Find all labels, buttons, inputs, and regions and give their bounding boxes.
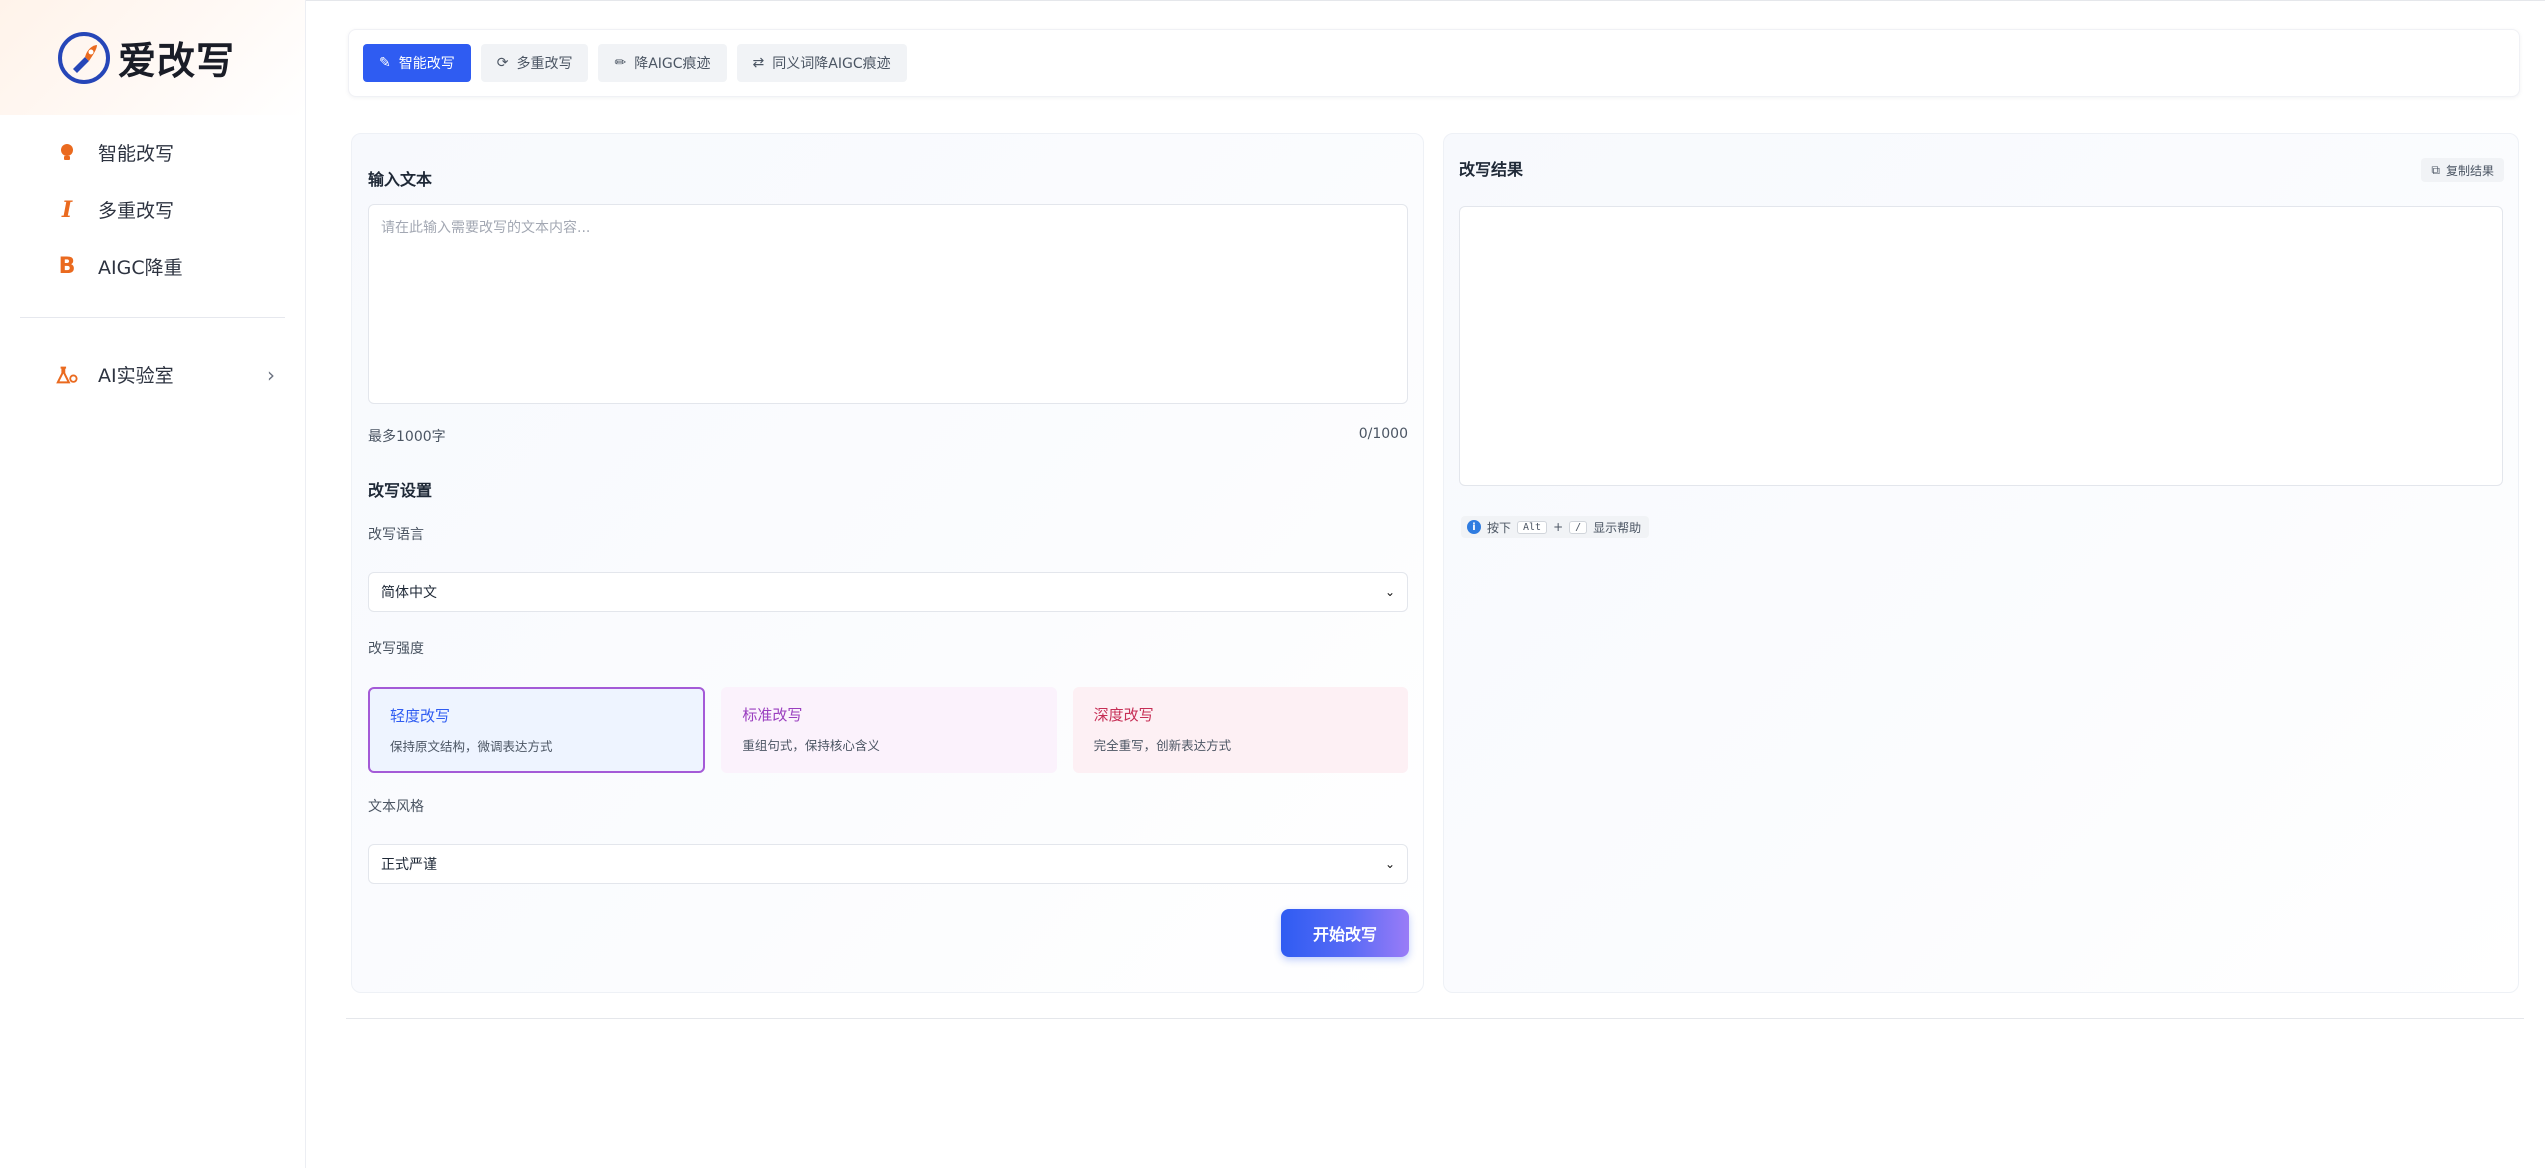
limit-text: 最多1000字 [368,429,446,445]
language-label: 改写语言 [368,527,424,543]
bold-b-icon: B [58,254,76,279]
edit-icon: ✎ [379,55,391,71]
result-textarea[interactable] [1459,206,2503,486]
top-divider [306,0,2545,2]
tab-label: 降AIGC痕迹 [634,56,711,72]
language-select[interactable]: 简体中文 ⌄ [368,572,1408,612]
result-panel: 改写结果 ⧉ 复制结果 i 按下 Alt + / 显示帮助 [1443,133,2519,993]
sidebar-item-label: 多重改写 [98,200,175,222]
result-title: 改写结果 [1459,160,1524,179]
strength-desc: 重组句式，保持核心含义 [742,738,880,753]
tab-label: 多重改写 [516,56,573,72]
input-title: 输入文本 [368,170,433,189]
brand-name: 爱改写 [118,39,236,83]
logo-area[interactable]: 爱改写 [0,0,305,115]
chevron-right-icon: › [267,362,275,387]
strength-title: 标准改写 [742,706,803,724]
kbd-alt: Alt [1517,520,1548,534]
start-rewrite-button[interactable]: 开始改写 [1281,909,1409,957]
strength-label: 改写强度 [368,641,424,657]
help-suffix: 显示帮助 [1593,520,1642,535]
nav-divider [20,317,285,318]
style-value: 正式严谨 [381,857,437,873]
sidebar: 爱改写 智能改写 I 多重改写 B AIGC降重 AI实验室 › [0,0,306,1168]
help-hint: i 按下 Alt + / 显示帮助 [1461,516,1650,538]
tab-reduce-aigc[interactable]: ✏ 降AIGC痕迹 [598,44,727,82]
sidebar-item-label: 智能改写 [98,143,175,165]
bottom-divider [346,1018,2524,1019]
strength-standard-option[interactable]: 标准改写 重组句式，保持核心含义 [721,687,1057,773]
flask-icon [56,365,78,385]
strength-light-option[interactable]: 轻度改写 保持原文结构，微调表达方式 [368,687,706,773]
tab-multi-rewrite[interactable]: ⟳ 多重改写 [480,44,589,82]
help-plus: + [1553,520,1564,534]
tab-smart-rewrite[interactable]: ✎ 智能改写 [363,44,471,82]
sidebar-item-label: AIGC降重 [98,257,183,279]
copy-result-button[interactable]: ⧉ 复制结果 [2421,158,2504,182]
logo-icon [58,31,110,84]
sidebar-item-aigc[interactable]: B AIGC降重 [0,238,305,295]
sidebar-item-smart-rewrite[interactable]: 智能改写 [0,124,305,181]
language-value: 简体中文 [381,585,437,601]
counter-row: 最多1000字 0/1000 [368,426,1408,446]
strength-desc: 完全重写，创新表达方式 [1093,738,1232,753]
refresh-icon: ⟳ [496,55,509,71]
strength-desc: 保持原文结构，微调表达方式 [390,739,553,754]
chevron-down-icon: ⌄ [1384,585,1395,599]
chevron-down-icon: ⌄ [1384,857,1395,871]
settings-title: 改写设置 [368,481,433,500]
strength-title: 轻度改写 [390,707,451,725]
bulb-icon [56,143,78,163]
help-prefix: 按下 [1487,520,1512,535]
input-placeholder: 请在此输入需要改写的文本内容... [381,220,591,236]
kbd-slash: / [1569,520,1588,534]
sidebar-item-multi-rewrite[interactable]: I 多重改写 [0,181,305,238]
input-textarea[interactable]: 请在此输入需要改写的文本内容... [368,204,1408,404]
italic-icon: I [61,196,73,223]
copy-label: 复制结果 [2445,163,2494,178]
style-label: 文本风格 [368,799,424,815]
style-select[interactable]: 正式严谨 ⌄ [368,844,1408,884]
tab-label: 智能改写 [398,56,455,72]
strength-options: 轻度改写 保持原文结构，微调表达方式 标准改写 重组句式，保持核心含义 深度改写… [368,687,1408,773]
input-panel: 输入文本 请在此输入需要改写的文本内容... 最多1000字 0/1000 改写… [351,133,1424,993]
sidebar-item-ai-lab[interactable]: AI实验室 › [0,346,305,403]
mode-toolbar: ✎ 智能改写 ⟳ 多重改写 ✏ 降AIGC痕迹 ⇄ 同义词降AIGC痕迹 [348,29,2520,97]
swap-icon: ⇄ [752,55,765,71]
tab-label: 同义词降AIGC痕迹 [772,56,891,72]
info-icon: i [1467,520,1481,534]
tab-synonym-reduce-aigc[interactable]: ⇄ 同义词降AIGC痕迹 [736,44,907,82]
sidebar-item-label: AI实验室 [98,365,174,387]
copy-icon: ⧉ [2431,162,2440,177]
pencil-icon: ✏ [614,55,627,71]
char-counter: 0/1000 [1358,426,1408,442]
strength-title: 深度改写 [1093,706,1154,724]
strength-deep-option[interactable]: 深度改写 完全重写，创新表达方式 [1072,687,1408,773]
